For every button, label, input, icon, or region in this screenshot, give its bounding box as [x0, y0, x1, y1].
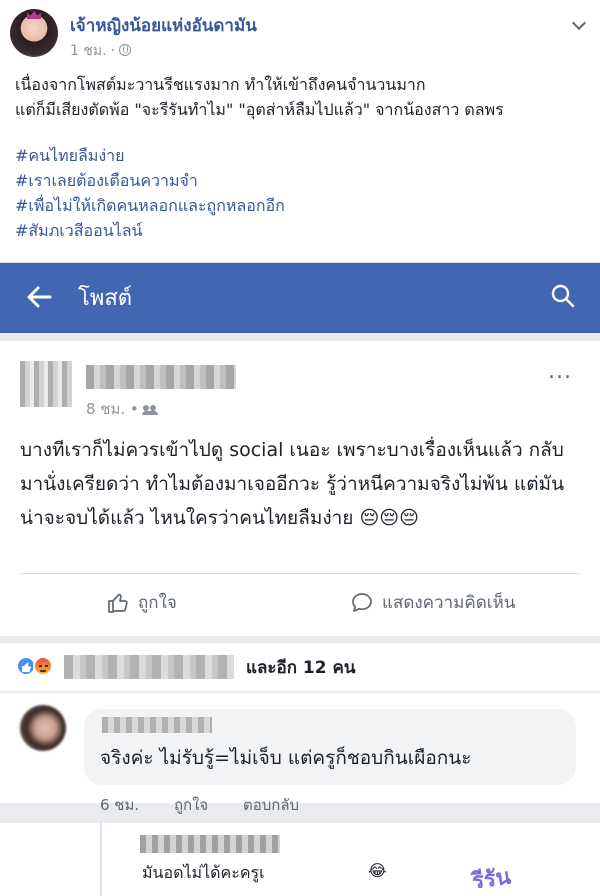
app-bar-title: โพสต์	[78, 286, 133, 311]
inner-post-time[interactable]: 8 ชม. •	[86, 400, 139, 418]
inner-post-body: บางทีเราก็ไม่ควรเข้าไปดู social เนอะ เพร…	[20, 439, 565, 529]
comment-reply-link[interactable]: ตอบกลับ	[243, 796, 299, 814]
reply-item: มันอดไม่ได้คะครูเ 😂 รีรัน	[0, 823, 600, 896]
friends-icon	[141, 405, 158, 415]
author-avatar[interactable]	[10, 9, 58, 57]
post-timestamp: 1 ชม. ·	[70, 40, 131, 62]
hashtag-link[interactable]: #เราเลยต้องเตือนความจำ	[15, 168, 285, 193]
comment-bubble: จริงค่ะ ไม่รับรู้=ไม่เจ็บ แต่ครูก็ชอบกิน…	[84, 709, 576, 785]
like-label: ถูกใจ	[138, 593, 177, 613]
thumbs-up-icon	[108, 593, 128, 613]
comment-bubble-icon	[352, 592, 372, 612]
hashtag-list: #คนไทยลืมง่าย #เราเลยต้องเตือนความจำ #เพ…	[15, 143, 285, 243]
inner-post-meta: 8 ชม. •	[86, 397, 158, 421]
hashtag-link[interactable]: #คนไทยลืมง่าย	[15, 143, 285, 168]
like-button[interactable]: ถูกใจ	[106, 589, 177, 616]
watermark-text: รีรัน	[470, 864, 513, 895]
hashtag-link[interactable]: #เพื่อไม่ให้เกิดคนหลอกและถูกหลอกอีก	[15, 193, 285, 218]
comment-label: แสดงความคิดเห็น	[382, 593, 516, 613]
hashtag-link[interactable]: #สัมภเวสีออนไลน์	[15, 218, 285, 243]
app-bar: โพสต์	[0, 263, 600, 333]
reply-thread-line	[100, 823, 102, 896]
blurred-commenter-name[interactable]	[102, 717, 212, 733]
author-name[interactable]: เจ้าหญิงน้อยแห่งอันดามัน	[70, 12, 257, 39]
comment-meta: 6 ชม. ถูกใจ ตอบกลับ	[100, 793, 329, 817]
comment-like-link[interactable]: ถูกใจ	[174, 796, 208, 814]
commenter-avatar[interactable]	[20, 705, 66, 751]
time-text[interactable]: 1 ชม.	[70, 43, 107, 59]
inner-post-card: 8 ชม. • ... บางทีเราก็ไม่ควรเข้าไปดู soc…	[0, 341, 600, 636]
reply-emoji: 😂	[368, 861, 387, 880]
comment-time: 6 ชม.	[100, 796, 140, 814]
reply-text: มันอดไม่ได้คะครูเ	[142, 863, 265, 882]
search-icon[interactable]	[550, 283, 576, 309]
blurred-avatar[interactable]	[20, 361, 72, 407]
crown-icon	[27, 11, 41, 19]
post-options-chevron-icon[interactable]	[571, 15, 587, 31]
post-text-line-2: แต่ก็มีเสียงตัดพ้อ "จะรีรันทำไม" "อุตส่า…	[15, 100, 504, 119]
attached-screenshot[interactable]: โพสต์ 8 ชม. • ... บางทีเราก็ไม่ควรเข้าไป…	[0, 262, 600, 896]
outer-post-header: เจ้าหญิงน้อยแห่งอันดามัน 1 ชม. ·	[0, 0, 600, 66]
comment-text: จริงค่ะ ไม่รับรู้=ไม่เจ็บ แต่ครูก็ชอบกิน…	[100, 747, 472, 769]
more-options-icon[interactable]: ...	[548, 359, 572, 384]
post-text-line-1: เนื่องจากโพสต์มะวานรีชแรงมาก ทำให้เข้าถึ…	[15, 75, 426, 94]
separator-dot: ·	[110, 43, 115, 59]
reactions-summary[interactable]: และอีก 12 คน	[0, 643, 600, 691]
comment-button[interactable]: แสดงความคิดเห็น	[350, 589, 515, 616]
divider	[20, 573, 580, 574]
back-arrow-icon[interactable]	[26, 285, 52, 309]
blurred-author-name[interactable]	[86, 365, 236, 389]
angry-reaction-icon	[33, 656, 53, 676]
globe-icon	[119, 44, 131, 56]
comment-item: จริงค่ะ ไม่รับรู้=ไม่เจ็บ แต่ครูก็ชอบกิน…	[0, 693, 600, 814]
outer-post-text: เนื่องจากโพสต์มะวานรีชแรงมาก ทำให้เข้าถึ…	[15, 72, 585, 122]
reaction-count[interactable]: และอีก 12 คน	[246, 654, 356, 681]
blurred-reply-name[interactable]	[140, 835, 280, 853]
blurred-reactor-name[interactable]	[64, 655, 234, 679]
